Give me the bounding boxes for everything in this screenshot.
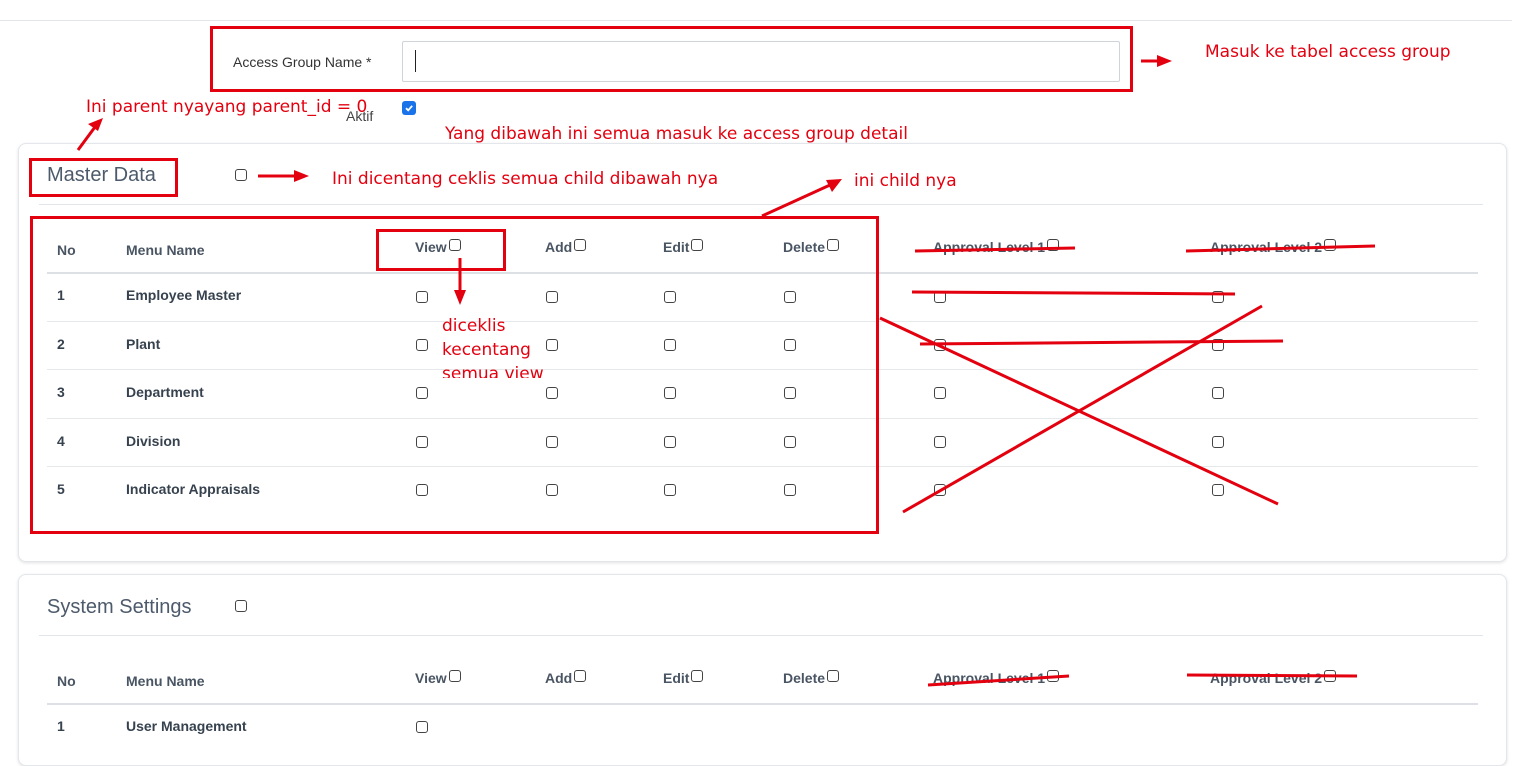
annotation-diceklis-line-2: kecentang: [442, 340, 531, 360]
annotation-child: ini child nya: [854, 171, 957, 191]
col-header-approval-2: Approval Level 2: [1210, 239, 1337, 255]
view-select-all-checkbox[interactable]: [448, 670, 461, 682]
annotation-dicentang: Ini dicentang ceklis semua child dibawah…: [332, 169, 719, 189]
annotation-diceklis-line-3: semua view: [442, 364, 544, 378]
approval-2-checkbox[interactable]: [1212, 339, 1224, 351]
col-header-approval-1: Approval Level 1: [933, 239, 1060, 255]
col-header-edit-label: Edit: [663, 670, 690, 686]
approval-2-select-all-checkbox[interactable]: [1324, 239, 1337, 251]
approval-1-checkbox[interactable]: [934, 436, 946, 448]
annotation-parent: Ini parent nyayang parent_id = 0: [86, 97, 368, 117]
approval-2-checkbox[interactable]: [1212, 484, 1224, 496]
view-checkbox[interactable]: [416, 721, 428, 733]
annotation-box-view-header: [376, 229, 506, 271]
col-header-delete: Delete: [783, 670, 840, 686]
card-divider: [39, 635, 1483, 636]
approval-1-select-all-checkbox[interactable]: [1047, 670, 1060, 682]
add-select-all-checkbox[interactable]: [574, 670, 587, 682]
approval-1-checkbox[interactable]: [934, 484, 946, 496]
annotation-box-master-data: [29, 158, 178, 197]
annotation-box-name-field: [210, 26, 1133, 92]
aktif-checkbox[interactable]: [402, 101, 416, 115]
approval-2-checkbox[interactable]: [1212, 387, 1224, 399]
col-header-view-label: View: [415, 670, 447, 686]
approval-1-checkbox[interactable]: [934, 291, 946, 303]
edit-select-all-checkbox[interactable]: [691, 670, 704, 682]
approval-2-checkbox[interactable]: [1212, 436, 1224, 448]
annotation-diceklis-line-1: diceklis: [442, 316, 506, 336]
top-divider: [0, 20, 1512, 21]
col-header-add-label: Add: [545, 670, 573, 686]
col-header-approval-1-label: Approval Level 1: [933, 670, 1046, 686]
col-header-delete-label: Delete: [783, 670, 826, 686]
system-settings-card: System Settings No Menu Name View Add Ed…: [18, 574, 1507, 766]
col-header-no: No: [57, 673, 76, 689]
row-no: 1: [57, 718, 65, 734]
master-data-select-all-checkbox[interactable]: [235, 169, 247, 181]
col-header-approval-1: Approval Level 1: [933, 670, 1060, 686]
approval-1-select-all-checkbox[interactable]: [1047, 239, 1060, 251]
col-header-edit: Edit: [663, 670, 704, 686]
system-settings-title: System Settings: [47, 596, 192, 618]
checkmark-icon: [405, 105, 413, 112]
delete-select-all-checkbox[interactable]: [827, 670, 840, 682]
col-header-approval-2-label: Approval Level 2: [1210, 670, 1323, 686]
annotation-detail: Yang dibawah ini semua masuk ke access g…: [445, 124, 908, 144]
col-header-approval-1-label: Approval Level 1: [933, 239, 1046, 255]
col-header-approval-2-label: Approval Level 2: [1210, 239, 1323, 255]
card-divider: [39, 204, 1483, 205]
col-header-menu-name: Menu Name: [126, 673, 205, 689]
table-header-divider: [47, 703, 1478, 705]
col-header-approval-2: Approval Level 2: [1210, 670, 1337, 686]
approval-2-select-all-checkbox[interactable]: [1324, 670, 1337, 682]
annotation-masuk-tabel: Masuk ke tabel access group: [1205, 42, 1451, 62]
row-menu-name: User Management: [126, 718, 247, 734]
approval-1-checkbox[interactable]: [934, 387, 946, 399]
system-settings-select-all-checkbox[interactable]: [235, 600, 247, 612]
approval-2-checkbox[interactable]: [1212, 291, 1224, 303]
annotation-diceklis: diceklis kecentang semua view: [442, 314, 544, 378]
approval-1-checkbox[interactable]: [934, 339, 946, 351]
col-header-add: Add: [545, 670, 587, 686]
col-header-view: View: [415, 670, 461, 686]
